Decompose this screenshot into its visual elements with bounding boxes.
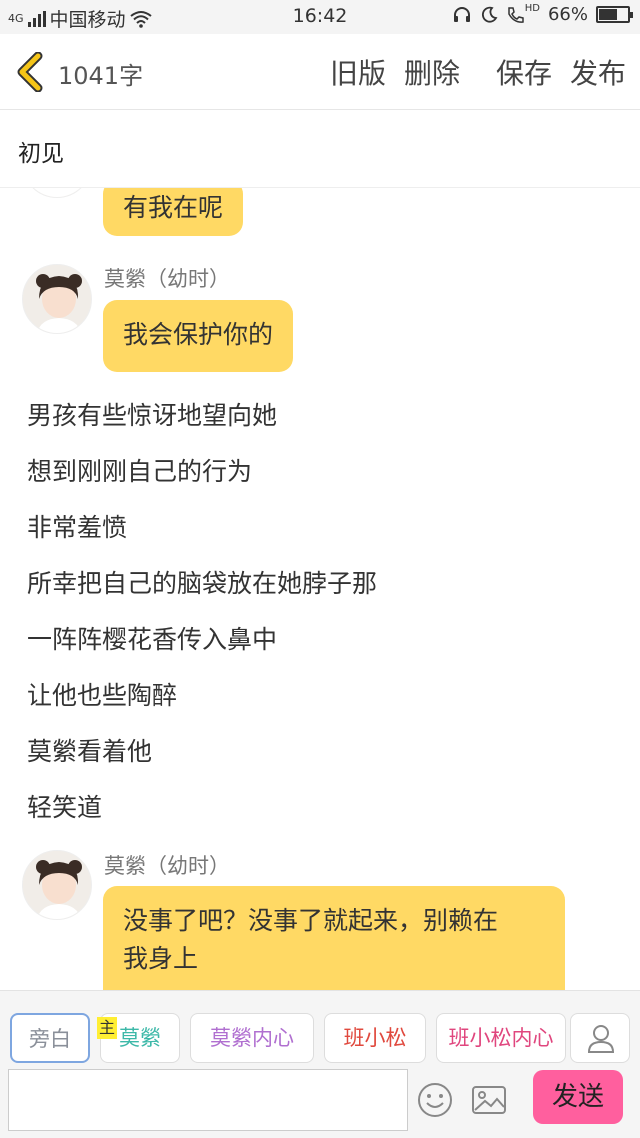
battery-percent: 66% bbox=[547, 4, 588, 25]
image-icon[interactable] bbox=[470, 1081, 508, 1119]
speaker-name: 莫縈（幼时） bbox=[104, 267, 230, 291]
delete-button[interactable]: 删除 bbox=[404, 52, 460, 92]
send-button[interactable]: 发送 bbox=[533, 1070, 623, 1124]
message-bubble[interactable]: 我会保护你的 bbox=[103, 300, 294, 372]
message-line: 我身上 bbox=[123, 944, 199, 973]
nav-actions: 旧版 删除 保存 发布 bbox=[312, 52, 626, 92]
role-button-ban-xiaosong[interactable]: 班小松 bbox=[324, 1013, 426, 1063]
top-nav-bar: 1041字 旧版 删除 保存 发布 bbox=[0, 34, 640, 110]
avatar[interactable] bbox=[22, 850, 92, 920]
publish-button[interactable]: 发布 bbox=[570, 52, 626, 92]
speaker-name: 莫縈（幼时） bbox=[104, 854, 230, 878]
narration-line: 让他也些陶醉 bbox=[27, 681, 178, 710]
message-input[interactable] bbox=[8, 1069, 408, 1131]
narration-line: 所幸把自己的脑袋放在她脖子那 bbox=[27, 569, 378, 598]
status-right: HD 66% bbox=[452, 3, 633, 25]
story-content[interactable]: 有我在呢 莫縈（幼时） 我会保护你的 男孩有些惊讶地望向她 想到刚刚自己的行为 … bbox=[0, 188, 640, 990]
role-button-mo-ying-inner[interactable]: 莫縈内心 bbox=[190, 1013, 314, 1063]
narration-line: 非常羞愤 bbox=[27, 513, 128, 542]
narration-line: 轻笑道 bbox=[27, 793, 103, 822]
moon-icon bbox=[481, 6, 498, 22]
chapter-title: 初见 bbox=[18, 141, 64, 167]
word-count: 1041字 bbox=[58, 62, 144, 90]
emoji-icon[interactable] bbox=[416, 1081, 454, 1119]
save-button[interactable]: 保存 bbox=[496, 52, 552, 92]
composer-bar: 旁白 莫縈 主 莫縈内心 班小松 班小松内心 发送 bbox=[0, 990, 640, 1138]
battery-icon bbox=[596, 6, 633, 23]
user-icon bbox=[587, 1025, 615, 1053]
message-bubble[interactable]: 没事了吧？没事了就起来，别赖在 我身上 bbox=[103, 886, 565, 990]
avatar[interactable] bbox=[22, 188, 92, 198]
message-line: 没事了吧？没事了就起来，别赖在 bbox=[123, 906, 499, 935]
headset-icon bbox=[453, 6, 470, 22]
main-character-tag: 主 bbox=[97, 1017, 117, 1039]
message-bubble[interactable]: 有我在呢 bbox=[103, 188, 244, 236]
back-chevron-icon[interactable] bbox=[14, 52, 50, 92]
add-role-button[interactable] bbox=[570, 1013, 630, 1063]
avatar[interactable] bbox=[22, 264, 92, 334]
hd-call-icon: HD bbox=[506, 3, 540, 24]
narration-line: 男孩有些惊讶地望向她 bbox=[27, 401, 278, 430]
old-version-button[interactable]: 旧版 bbox=[330, 52, 386, 92]
narration-line: 一阵阵樱花香传入鼻中 bbox=[27, 625, 278, 654]
narration-line: 莫縈看着他 bbox=[27, 737, 153, 766]
narration-line: 想到刚刚自己的行为 bbox=[27, 457, 253, 486]
role-button-ban-xiaosong-inner[interactable]: 班小松内心 bbox=[436, 1013, 566, 1063]
status-bar: 4G 中国移动 16:42 HD 66% bbox=[0, 0, 640, 34]
role-button-narrator[interactable]: 旁白 bbox=[10, 1013, 90, 1063]
chapter-title-bar[interactable]: 初见 bbox=[0, 110, 640, 188]
